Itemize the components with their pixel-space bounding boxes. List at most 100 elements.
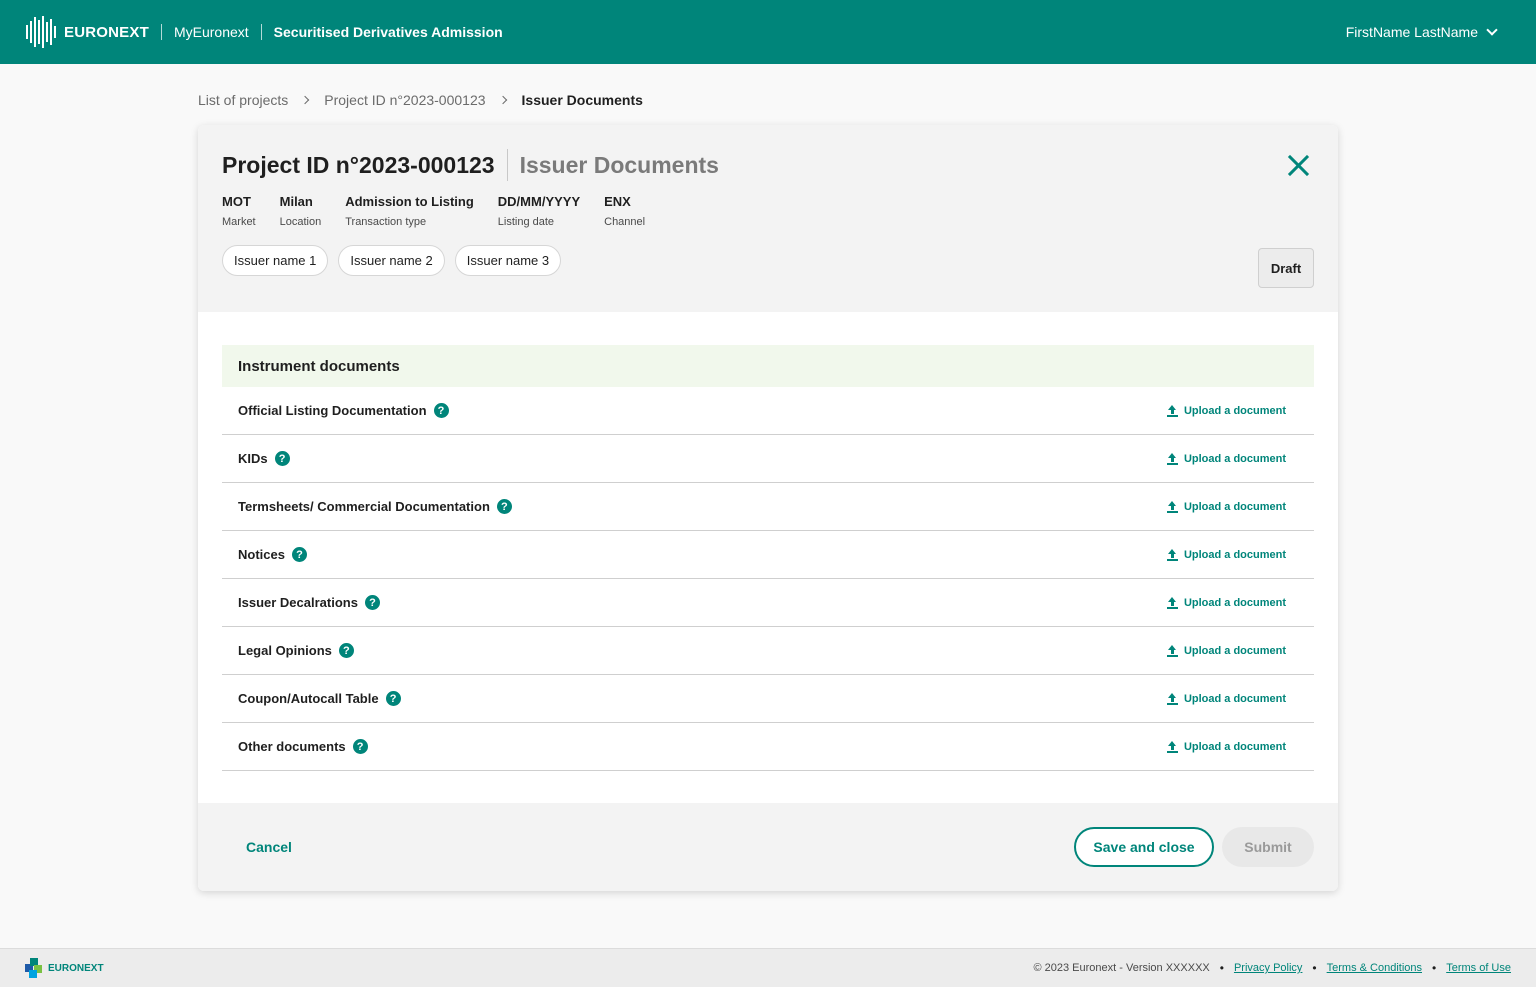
document-row: Legal Opinions? Upload a document (222, 627, 1314, 675)
document-label: Coupon/Autocall Table (238, 691, 379, 706)
document-label-group: KIDs? (238, 451, 290, 466)
divider (260, 24, 262, 40)
document-row: Other documents? Upload a document (222, 723, 1314, 771)
breadcrumb-item-list[interactable]: List of projects (198, 92, 288, 108)
meta-listing-date: DD/MM/YYYY Listing date (498, 193, 580, 229)
meta-value: ENX (604, 194, 631, 209)
help-icon[interactable]: ? (433, 403, 449, 418)
top-navbar: EURONEXT MyEuronext Securitised Derivati… (0, 0, 1536, 64)
upload-label: Upload a document (1183, 548, 1286, 561)
status-badge: Draft (1258, 248, 1314, 288)
help-icon[interactable]: ? (291, 547, 307, 562)
upload-label: Upload a document (1183, 740, 1286, 753)
meta-label: Listing date (497, 216, 555, 228)
document-label: Legal Opinions (238, 643, 332, 658)
upload-icon (1166, 644, 1178, 657)
meta-value: Admission to Listing (345, 194, 474, 209)
meta-label: Market (222, 216, 256, 228)
meta-label: Transaction type (345, 216, 427, 228)
issuer-chip[interactable]: Issuer name 3 (454, 245, 562, 276)
app-link[interactable]: MyEuronext (174, 24, 249, 40)
document-row: Issuer Decalrations? Upload a document (222, 579, 1314, 627)
instrument-documents-section: Instrument documents Official Listing Do… (222, 345, 1314, 771)
document-label-group: Notices? (238, 547, 307, 562)
save-and-close-button[interactable]: Save and close (1074, 827, 1214, 867)
document-label: Other documents (238, 739, 346, 754)
issuer-chip[interactable]: Issuer name 2 (338, 245, 445, 276)
section-title: Instrument documents (222, 345, 1314, 387)
footer-logo: EURONEXT (25, 958, 104, 978)
upload-document-button[interactable]: Upload a document (1166, 548, 1286, 561)
upload-label: Upload a document (1183, 596, 1286, 609)
upload-document-button[interactable]: Upload a document (1166, 452, 1286, 465)
close-icon[interactable] (1286, 153, 1310, 177)
upload-label: Upload a document (1183, 692, 1286, 705)
document-label-group: Official Listing Documentation? (238, 403, 449, 418)
document-label: Notices (238, 547, 285, 562)
page-title: Project ID n°2023-000123 (222, 151, 495, 178)
user-menu[interactable]: FirstName LastName (1345, 0, 1498, 64)
document-label-group: Termsheets/ Commercial Documentation? (238, 499, 512, 514)
document-row: Termsheets/ Commercial Documentation? Upl… (222, 483, 1314, 531)
document-label: Official Listing Documentation (238, 403, 427, 418)
submit-button[interactable]: Submit (1222, 827, 1314, 867)
euronext-logo[interactable]: EURONEXT (26, 16, 149, 48)
upload-document-button[interactable]: Upload a document (1166, 500, 1286, 513)
upload-icon (1166, 596, 1178, 609)
chevron-down-icon (1486, 24, 1498, 36)
help-icon[interactable]: ? (364, 595, 380, 610)
project-meta: MOT Market Milan Location Admission to L… (222, 193, 1314, 229)
meta-value: MOT (222, 194, 251, 209)
meta-transaction-type: Admission to Listing Transaction type (345, 193, 474, 229)
upload-document-button[interactable]: Upload a document (1166, 644, 1286, 657)
upload-label: Upload a document (1183, 500, 1286, 513)
privacy-policy-link[interactable]: Privacy Policy (1234, 962, 1302, 974)
upload-icon (1166, 404, 1178, 417)
upload-icon (1166, 452, 1178, 465)
document-label: Termsheets/ Commercial Documentation (238, 499, 490, 514)
brand-name: EURONEXT (64, 23, 149, 41)
issuer-chip[interactable]: Issuer name 1 (222, 245, 329, 276)
upload-icon (1166, 548, 1178, 561)
document-row: Coupon/Autocall Table? Upload a document (222, 675, 1314, 723)
issuer-documents-card: Project ID n°2023-000123 Issuer Document… (198, 125, 1338, 891)
chevron-right-icon (498, 95, 507, 105)
cancel-button[interactable]: Cancel (246, 839, 292, 855)
upload-document-button[interactable]: Upload a document (1166, 596, 1286, 609)
breadcrumb-item-project[interactable]: Project ID n°2023-000123 (324, 92, 485, 108)
upload-icon (1166, 740, 1178, 753)
issuer-chips: Issuer name 1 Issuer name 2 Issuer name … (222, 245, 1314, 276)
breadcrumb: List of projects Project ID n°2023-00012… (198, 92, 643, 108)
document-label-group: Coupon/Autocall Table? (238, 691, 401, 706)
meta-value: DD/MM/YYYY (497, 194, 581, 209)
help-icon[interactable]: ? (338, 643, 354, 658)
separator-dot: • (1312, 961, 1317, 975)
card-header: Project ID n°2023-000123 Issuer Document… (198, 125, 1338, 312)
title-divider (506, 149, 508, 181)
meta-label: Location (279, 216, 322, 228)
document-row: Notices? Upload a document (222, 531, 1314, 579)
upload-icon (1166, 500, 1178, 513)
divider (160, 24, 162, 40)
help-icon[interactable]: ? (352, 739, 368, 754)
help-icon[interactable]: ? (274, 451, 290, 466)
breadcrumb-item-current: Issuer Documents (521, 92, 643, 108)
user-name: FirstName LastName (1345, 24, 1478, 40)
meta-location: Milan Location (280, 193, 322, 229)
terms-of-use-link[interactable]: Terms of Use (1446, 962, 1511, 974)
upload-document-button[interactable]: Upload a document (1166, 404, 1286, 417)
terms-conditions-link[interactable]: Terms & Conditions (1327, 962, 1422, 974)
document-row: Official Listing Documentation? Upload a … (222, 387, 1314, 435)
copyright-text: © 2023 Euronext - Version XXXXXX (1033, 962, 1210, 974)
document-row: KIDs? Upload a document (222, 435, 1314, 483)
page-subtitle: Issuer Documents (519, 151, 719, 178)
upload-document-button[interactable]: Upload a document (1166, 740, 1286, 753)
upload-label: Upload a document (1183, 404, 1286, 417)
document-label: KIDs (238, 451, 268, 466)
help-icon[interactable]: ? (496, 499, 512, 514)
help-icon[interactable]: ? (385, 691, 401, 706)
document-label-group: Legal Opinions? (238, 643, 354, 658)
upload-document-button[interactable]: Upload a document (1166, 692, 1286, 705)
meta-value: Milan (279, 194, 313, 209)
document-label: Issuer Decalrations (238, 595, 358, 610)
